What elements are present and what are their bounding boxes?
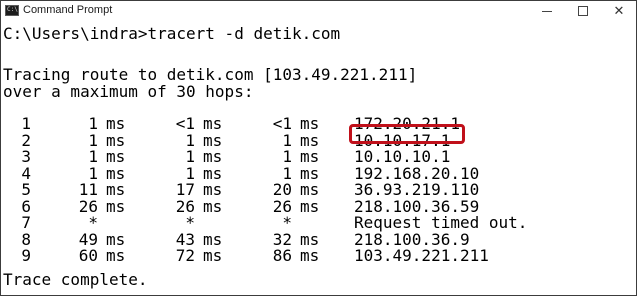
command-line: C:\Users\indra>tracert -d detik.com: [3, 24, 341, 43]
maximize-icon: [578, 6, 588, 16]
title-bar[interactable]: C:\ Command Prompt ✕: [1, 1, 636, 21]
rtt-2: 72: [175, 246, 195, 265]
rtt-unit: ms: [106, 196, 126, 216]
hop-number: 9: [21, 246, 31, 265]
hop-host: 103.49.221.211: [354, 246, 489, 265]
rtt-unit: ms: [300, 246, 320, 265]
console-output[interactable]: C:\Users\indra>tracert -d detik.com Trac…: [1, 21, 636, 295]
rtt-unit: ms: [203, 246, 223, 265]
command-prompt-window: C:\ Command Prompt ✕ C:\Users\indra>trac…: [0, 0, 637, 296]
rtt-3: 86: [272, 246, 292, 265]
minimize-button[interactable]: [529, 1, 565, 21]
highlight-box: [349, 124, 465, 144]
rtt-unit: ms: [300, 196, 320, 216]
rtt-unit: ms: [106, 246, 126, 265]
rtt-1: 60: [78, 246, 98, 265]
window-title: Command Prompt: [23, 4, 113, 16]
rtt-unit: ms: [203, 196, 223, 216]
max-hops-line: over a maximum of 30 hops:: [3, 81, 254, 101]
maximize-button[interactable]: [565, 1, 601, 21]
minimize-icon: [542, 10, 552, 12]
close-button[interactable]: ✕: [601, 1, 636, 21]
close-icon: ✕: [613, 3, 625, 19]
hop-row: 9 60 72 86 103.49.221.211 ms ms ms: [1, 246, 636, 265]
cmd-icon: C:\: [5, 5, 19, 16]
trace-complete-line: Trace complete.: [3, 270, 148, 289]
